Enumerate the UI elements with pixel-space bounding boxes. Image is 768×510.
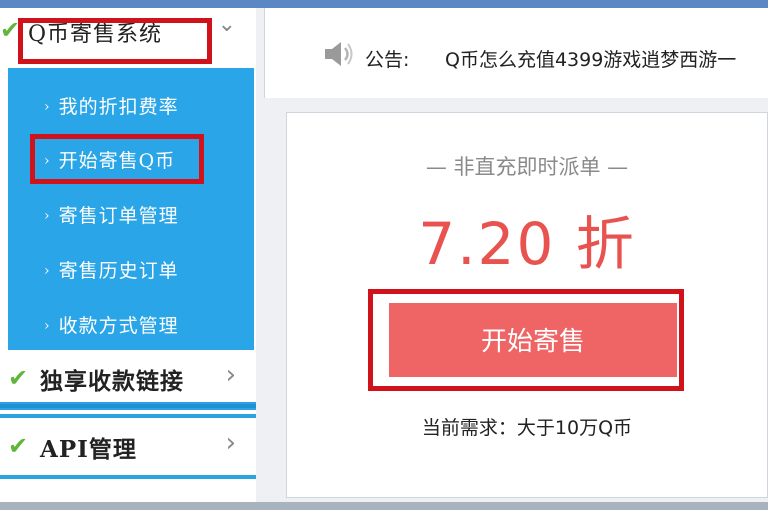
chevron-right-icon[interactable]: › [226, 428, 236, 458]
sidebar-divider [0, 414, 256, 418]
sidebar-divider [0, 475, 256, 479]
menu-title-api: API管理 [40, 436, 137, 463]
menu-title-exclusive-link: 独享收款链接 [40, 368, 184, 395]
sub-arrow-icon: › [44, 208, 51, 224]
check-icon: ✔ [8, 364, 29, 392]
top-bar [0, 0, 768, 8]
speaker-icon [325, 42, 353, 66]
notice-text[interactable]: Q币怎么充值4399游戏逍梦西游一 [445, 45, 736, 72]
chevron-right-icon[interactable]: › [226, 360, 236, 390]
menu-api-management[interactable]: ✔ API管理 › [0, 418, 256, 480]
submenu-item-label: 寄售历史订单 [58, 260, 179, 282]
sub-arrow-icon: › [44, 99, 51, 115]
submenu-item-label: 寄售订单管理 [58, 205, 179, 227]
consignment-submenu: › 我的折扣费率 › 开始寄售Q币 › 寄售订单管理 › 寄售历史订单 › 收款方式管理 [8, 68, 254, 355]
submenu-item-history-orders[interactable]: › 寄售历史订单 [44, 256, 179, 283]
chevron-down-icon[interactable]: ⌄ [218, 12, 236, 37]
sub-arrow-icon: › [44, 318, 51, 334]
highlight-box-menu [18, 18, 212, 64]
sidebar: ✔ Q币寄售系统 ⌄ › 我的折扣费率 › 开始寄售Q币 › 寄售订单管理 › 寄售历史… [0, 8, 256, 502]
menu-exclusive-payment-link[interactable]: ✔ 独享收款链接 › [0, 350, 256, 410]
bottom-strip [0, 502, 768, 510]
sub-arrow-icon: › [44, 263, 51, 279]
submenu-item-payment-methods[interactable]: › 收款方式管理 [44, 311, 179, 338]
submenu-item-label: 收款方式管理 [58, 315, 179, 337]
notice-bar: 公告: Q币怎么充值4399游戏逍梦西游一 [264, 8, 768, 98]
submenu-item-label: 我的折扣费率 [58, 96, 179, 118]
discount-rate: 7.20 折 [418, 210, 636, 278]
submenu-item-order-management[interactable]: › 寄售订单管理 [44, 201, 179, 228]
current-demand: 当前需求：大于10万Q币 [421, 417, 633, 439]
check-icon: ✔ [8, 432, 29, 460]
sidebar-divider [0, 404, 256, 408]
highlight-box-sell-button [368, 289, 684, 391]
card-subtitle: — 非直充即时派单 — [425, 155, 629, 179]
highlight-box-start-consignment [30, 134, 204, 184]
submenu-item-discount-rate[interactable]: › 我的折扣费率 [44, 92, 179, 119]
notice-label: 公告: [365, 49, 410, 71]
